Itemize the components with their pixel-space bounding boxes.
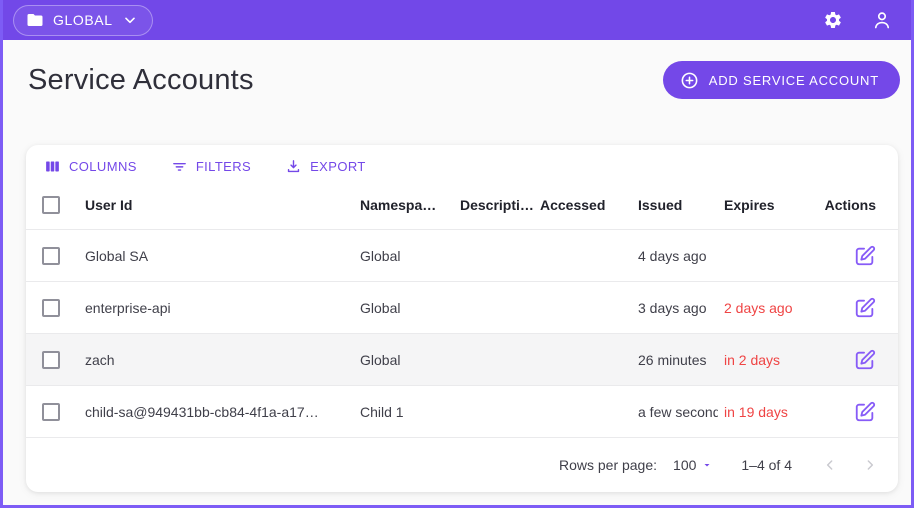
table-row: child-sa@949431bb-cb84-4f1a-a17… Child 1… — [26, 386, 898, 438]
cell-user-id: Global SA — [85, 247, 149, 264]
edit-button[interactable] — [854, 245, 876, 267]
gear-icon — [823, 10, 843, 30]
scope-label: GLOBAL — [53, 12, 113, 28]
triangle-down-icon — [701, 459, 713, 471]
next-page-button[interactable] — [856, 451, 884, 479]
rows-per-page-select[interactable]: 100 — [673, 457, 713, 473]
edit-square-icon — [854, 349, 876, 371]
row-checkbox[interactable] — [42, 298, 60, 317]
pagination-range: 1–4 of 4 — [741, 457, 792, 473]
cell-namespace: Global — [360, 351, 401, 368]
filter-lines-icon — [171, 158, 188, 175]
plus-circle-icon — [680, 71, 699, 90]
cell-namespace: Child 1 — [360, 403, 404, 420]
rows-per-page-label: Rows per page: — [558, 457, 658, 473]
add-service-account-button[interactable]: ADD SERVICE ACCOUNT — [662, 61, 900, 99]
table-toolbar: COLUMNS FILTERS EXPORT — [26, 145, 898, 180]
download-icon — [285, 158, 302, 175]
cell-user-id: enterprise-api — [85, 299, 171, 316]
edit-button[interactable] — [854, 349, 876, 371]
cell-issued: 4 days ago — [638, 247, 707, 264]
select-all-checkbox[interactable] — [42, 195, 60, 214]
page-title: Service Accounts — [28, 63, 254, 96]
service-accounts-card: COLUMNS FILTERS EXPORT User Id Namespa… … — [26, 145, 898, 492]
columns-label: COLUMNS — [69, 159, 137, 174]
edit-square-icon — [854, 401, 876, 423]
cell-issued: 26 minutes — [638, 351, 707, 368]
app-bar: GLOBAL — [3, 0, 911, 40]
person-icon — [871, 9, 893, 31]
column-header-expires[interactable]: Expires — [724, 197, 795, 213]
previous-page-button[interactable] — [816, 451, 844, 479]
cell-issued: a few seconds — [638, 403, 718, 420]
row-checkbox[interactable] — [42, 350, 60, 369]
export-label: EXPORT — [310, 159, 366, 174]
columns-icon — [44, 158, 61, 175]
cell-expires: in 2 days — [724, 351, 781, 368]
edit-square-icon — [854, 245, 876, 267]
row-checkbox[interactable] — [42, 402, 60, 421]
cell-user-id: zach — [85, 351, 115, 368]
column-header-description[interactable]: Descripti… — [460, 197, 540, 213]
column-header-actions: Actions — [824, 196, 876, 213]
add-service-account-label: ADD SERVICE ACCOUNT — [708, 72, 879, 88]
filters-button[interactable]: FILTERS — [171, 158, 251, 175]
edit-button[interactable] — [854, 297, 876, 319]
chevron-left-icon — [822, 457, 838, 473]
table-body: Global SA Global 4 days ago enterprise-a… — [26, 230, 898, 438]
chevron-down-icon — [122, 12, 138, 28]
chevron-right-icon — [862, 457, 878, 473]
rows-per-page-value: 100 — [673, 457, 697, 473]
column-header-namespace[interactable]: Namespa… — [360, 197, 460, 213]
column-header-accessed[interactable]: Accessed — [540, 197, 638, 213]
filters-label: FILTERS — [195, 159, 252, 174]
cell-user-id: child-sa@949431bb-cb84-4f1a-a17… — [85, 403, 319, 420]
folder-icon — [26, 11, 44, 29]
edit-button[interactable] — [854, 401, 876, 423]
cell-expires: in 19 days — [724, 403, 788, 420]
scope-selector[interactable]: GLOBAL — [13, 4, 153, 36]
cell-namespace: Global — [360, 247, 401, 264]
column-header-issued[interactable]: Issued — [638, 197, 718, 213]
account-button[interactable] — [871, 9, 893, 31]
table-row: zach Global 26 minutes in 2 days — [26, 334, 898, 386]
table-header-row: User Id Namespa… Descripti… Accessed Iss… — [26, 180, 898, 230]
table-row: enterprise-api Global 3 days ago 2 days … — [26, 282, 898, 334]
export-button[interactable]: EXPORT — [285, 158, 366, 175]
cell-expires: 2 days ago — [724, 299, 793, 316]
table-row: Global SA Global 4 days ago — [26, 230, 898, 282]
table-footer: Rows per page: 100 1–4 of 4 — [26, 438, 898, 492]
edit-square-icon — [854, 297, 876, 319]
settings-button[interactable] — [823, 10, 843, 30]
cell-issued: 3 days ago — [638, 299, 707, 316]
row-checkbox[interactable] — [42, 246, 60, 265]
cell-namespace: Global — [360, 299, 401, 316]
column-header-user-id[interactable]: User Id — [75, 197, 360, 213]
page-header: Service Accounts ADD SERVICE ACCOUNT — [3, 40, 911, 99]
columns-button[interactable]: COLUMNS — [44, 158, 137, 175]
